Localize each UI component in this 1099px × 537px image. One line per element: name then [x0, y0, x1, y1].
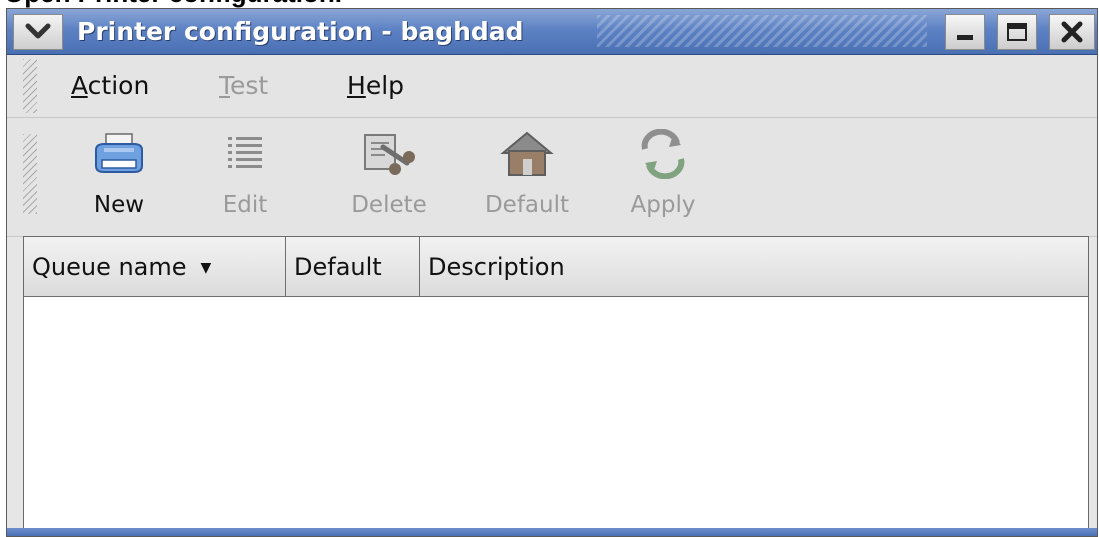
close-icon	[1061, 21, 1083, 43]
toolbar-grip[interactable]	[23, 134, 37, 214]
toolbar-edit-button[interactable]: Edit	[215, 128, 275, 228]
menu-help-mnemonic: H	[347, 71, 366, 100]
menu-test-mnemonic: T	[219, 71, 231, 100]
toolbar-default-button[interactable]: Default	[469, 128, 585, 228]
column-header-queue-name-label: Queue name	[32, 253, 187, 281]
menubar-grip[interactable]	[23, 59, 37, 113]
window-menu-button[interactable]	[13, 14, 63, 50]
toolbar-apply-button[interactable]: Apply	[617, 128, 709, 228]
toolbar-delete-button[interactable]: Delete	[337, 128, 441, 228]
toolbar-edit-label: Edit	[222, 192, 268, 218]
menu-test-label: est	[230, 71, 269, 100]
toolbar-new-button[interactable]: New	[87, 128, 151, 228]
printer-icon	[95, 133, 143, 173]
minimize-icon	[957, 35, 973, 40]
toolbar-default-label: Default	[484, 192, 570, 218]
printer-config-window: Printer configuration - baghdad Action T…	[6, 8, 1098, 537]
menu-action-label: ction	[87, 71, 150, 100]
title-bar[interactable]: Printer configuration - baghdad	[7, 9, 1097, 55]
close-button[interactable]	[1049, 14, 1095, 50]
column-header-queue-name[interactable]: Queue name ▼	[24, 237, 286, 297]
page-caption-text: Open Printer configuration.	[4, 0, 342, 8]
menu-help-label: elp	[365, 71, 405, 100]
toolbar-delete-label: Delete	[351, 192, 427, 218]
maximize-icon	[1007, 23, 1027, 41]
minimize-button[interactable]	[945, 14, 985, 50]
title-bar-stripes	[597, 15, 927, 47]
queue-list[interactable]: Queue name ▼ Default Description	[23, 236, 1089, 530]
column-header-description-label: Description	[428, 253, 565, 281]
menu-test[interactable]: Test	[217, 69, 270, 103]
apply-icon	[641, 129, 685, 179]
toolbar-new-label: New	[93, 192, 145, 218]
delete-icon	[364, 134, 415, 175]
menu-action[interactable]: Action	[69, 69, 151, 103]
toolbar-apply-label: Apply	[630, 192, 696, 218]
menu-action-mnemonic: A	[71, 71, 88, 100]
menu-bar: Action Test Help	[7, 55, 1097, 118]
home-icon	[500, 131, 554, 176]
list-icon	[228, 137, 262, 168]
column-header-default[interactable]: Default	[286, 237, 420, 297]
window-title: Printer configuration - baghdad	[77, 17, 524, 46]
maximize-button[interactable]	[997, 14, 1037, 50]
chevron-down-icon	[25, 23, 51, 39]
window-bottom-edge	[7, 528, 1097, 536]
column-header-default-label: Default	[294, 253, 382, 281]
toolbar: New Edit Delete Default Apply	[7, 118, 1097, 237]
column-header-description[interactable]: Description	[420, 237, 1088, 297]
page-caption: Open Printer configuration.	[0, 0, 1099, 8]
menu-help[interactable]: Help	[345, 69, 406, 103]
sort-down-icon: ▼	[200, 260, 212, 276]
